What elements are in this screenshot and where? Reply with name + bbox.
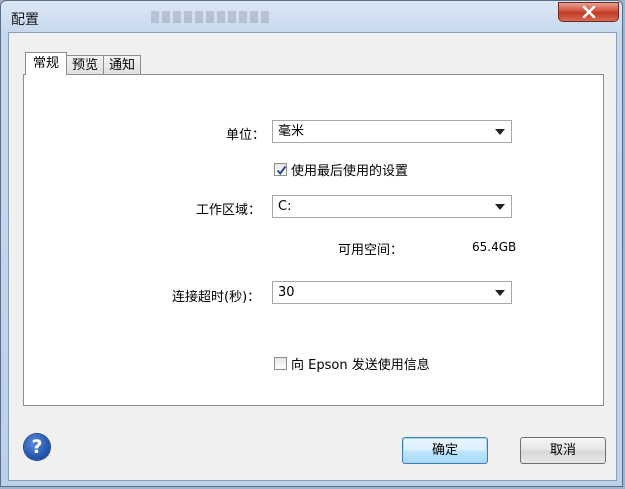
free-space-label: 可用空间：: [338, 243, 404, 258]
window-title: 配置: [11, 12, 39, 28]
use-last-settings-checkbox[interactable]: 使用最后使用的设置: [274, 160, 408, 179]
tab-strip: 常规 预览 通知: [25, 52, 142, 75]
dialog-client-area: 常规 预览 通知 单位： 毫米 使用最后使用的设置 工作区域： C: 可用空间：…: [8, 32, 617, 481]
background-window-ghost: [151, 11, 271, 23]
timeout-label: 连接超时(秒)：: [172, 290, 261, 305]
help-icon[interactable]: ?: [24, 434, 50, 460]
free-space-value: 65.4GB: [472, 240, 517, 254]
workspace-select[interactable]: C:: [272, 195, 512, 218]
general-tab-panel: 单位： 毫米 使用最后使用的设置 工作区域： C: 可用空间： 65.4GB 连…: [23, 74, 604, 406]
chevron-down-icon: [495, 290, 505, 296]
title-bar[interactable]: 配置: [1, 1, 624, 33]
chevron-down-icon: [495, 129, 505, 135]
unit-select-value: 毫米: [278, 124, 305, 139]
checkbox-unchecked[interactable]: [274, 357, 287, 370]
use-last-settings-label: 使用最后使用的设置: [291, 164, 409, 179]
tab-general[interactable]: 常规: [25, 52, 68, 75]
config-dialog: 配置 常规 预览 通知 单位： 毫米 使用最后使用的设置 工作区域： C: 可用…: [0, 0, 623, 487]
chevron-down-icon: [495, 204, 505, 210]
timeout-select[interactable]: 30: [272, 281, 512, 304]
workspace-select-value: C:: [278, 199, 292, 214]
send-usage-checkbox[interactable]: 向 Epson 发送使用信息: [274, 354, 430, 373]
send-usage-label: 向 Epson 发送使用信息: [291, 358, 430, 373]
cancel-button[interactable]: 取消: [520, 437, 606, 464]
close-icon: [582, 6, 595, 18]
close-button[interactable]: [558, 2, 619, 22]
ok-button[interactable]: 确定: [402, 437, 488, 464]
workspace-label: 工作区域：: [196, 203, 262, 218]
tab-preview[interactable]: 预览: [66, 55, 105, 75]
check-icon: [276, 165, 287, 176]
unit-select[interactable]: 毫米: [272, 120, 512, 143]
timeout-select-value: 30: [278, 285, 295, 300]
unit-label: 单位：: [226, 128, 266, 143]
tab-notification[interactable]: 通知: [103, 55, 142, 75]
checkbox-checked[interactable]: [274, 163, 287, 176]
